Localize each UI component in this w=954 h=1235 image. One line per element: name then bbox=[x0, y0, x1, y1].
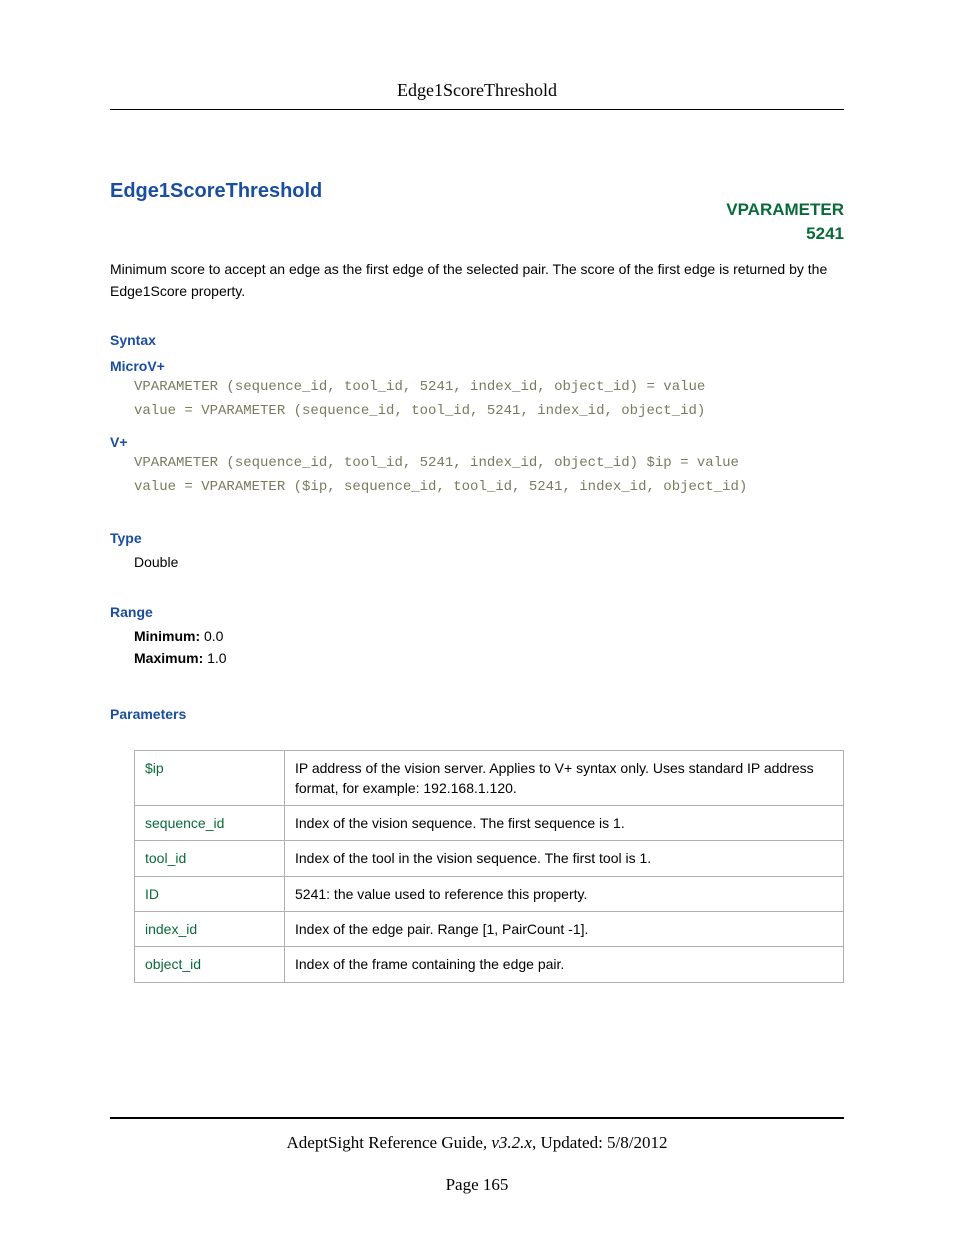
footer: AdeptSight Reference Guide, v3.2.x, Upda… bbox=[110, 1117, 844, 1195]
parameters-table: $ipIP address of the vision server. Appl… bbox=[134, 750, 844, 983]
vplus-code: VPARAMETER (sequence_id, tool_id, 5241, … bbox=[134, 452, 844, 500]
param-desc: Index of the tool in the vision sequence… bbox=[285, 841, 844, 876]
microv-label: MicroV+ bbox=[110, 358, 844, 374]
rule-top bbox=[110, 109, 844, 110]
param-name: index_id bbox=[135, 912, 285, 947]
range-max: Maximum: 1.0 bbox=[134, 650, 844, 666]
range-heading: Range bbox=[110, 604, 844, 620]
type-value: Double bbox=[134, 554, 844, 570]
range-min-label: Minimum: bbox=[134, 628, 200, 644]
param-desc: Index of the frame containing the edge p… bbox=[285, 947, 844, 982]
footer-updated: , Updated: 5/8/2012 bbox=[532, 1133, 668, 1152]
param-desc: Index of the edge pair. Range [1, PairCo… bbox=[285, 912, 844, 947]
page-number: Page 165 bbox=[110, 1175, 844, 1195]
table-row: ID5241: the value used to reference this… bbox=[135, 876, 844, 911]
range-max-label: Maximum: bbox=[134, 650, 203, 666]
vparameter-badge: VPARAMETER 5241 bbox=[726, 198, 844, 246]
type-heading: Type bbox=[110, 530, 844, 546]
header-topic: Edge1ScoreThreshold bbox=[110, 80, 844, 101]
param-name: ID bbox=[135, 876, 285, 911]
footer-guide: AdeptSight Reference Guide bbox=[287, 1133, 483, 1152]
range-min: Minimum: 0.0 bbox=[134, 628, 844, 644]
param-name: sequence_id bbox=[135, 806, 285, 841]
param-name: object_id bbox=[135, 947, 285, 982]
vparameter-label: VPARAMETER bbox=[726, 198, 844, 222]
footer-version: , v3.2.x bbox=[483, 1133, 532, 1152]
microv-code: VPARAMETER (sequence_id, tool_id, 5241, … bbox=[134, 376, 844, 424]
param-name: tool_id bbox=[135, 841, 285, 876]
parameters-heading: Parameters bbox=[110, 706, 844, 722]
param-desc: IP address of the vision server. Applies… bbox=[285, 750, 844, 806]
param-name: $ip bbox=[135, 750, 285, 806]
param-desc: Index of the vision sequence. The first … bbox=[285, 806, 844, 841]
table-row: $ipIP address of the vision server. Appl… bbox=[135, 750, 844, 806]
footer-text: AdeptSight Reference Guide, v3.2.x, Upda… bbox=[110, 1133, 844, 1153]
param-desc: 5241: the value used to reference this p… bbox=[285, 876, 844, 911]
table-row: object_idIndex of the frame containing t… bbox=[135, 947, 844, 982]
range-min-value: 0.0 bbox=[200, 628, 223, 644]
rule-bottom bbox=[110, 1117, 844, 1119]
vparameter-id: 5241 bbox=[726, 222, 844, 246]
range-max-value: 1.0 bbox=[203, 650, 226, 666]
table-row: tool_idIndex of the tool in the vision s… bbox=[135, 841, 844, 876]
table-row: sequence_idIndex of the vision sequence.… bbox=[135, 806, 844, 841]
description-text: Minimum score to accept an edge as the f… bbox=[110, 259, 844, 302]
syntax-heading: Syntax bbox=[110, 332, 844, 348]
table-row: index_idIndex of the edge pair. Range [1… bbox=[135, 912, 844, 947]
vplus-label: V+ bbox=[110, 434, 844, 450]
